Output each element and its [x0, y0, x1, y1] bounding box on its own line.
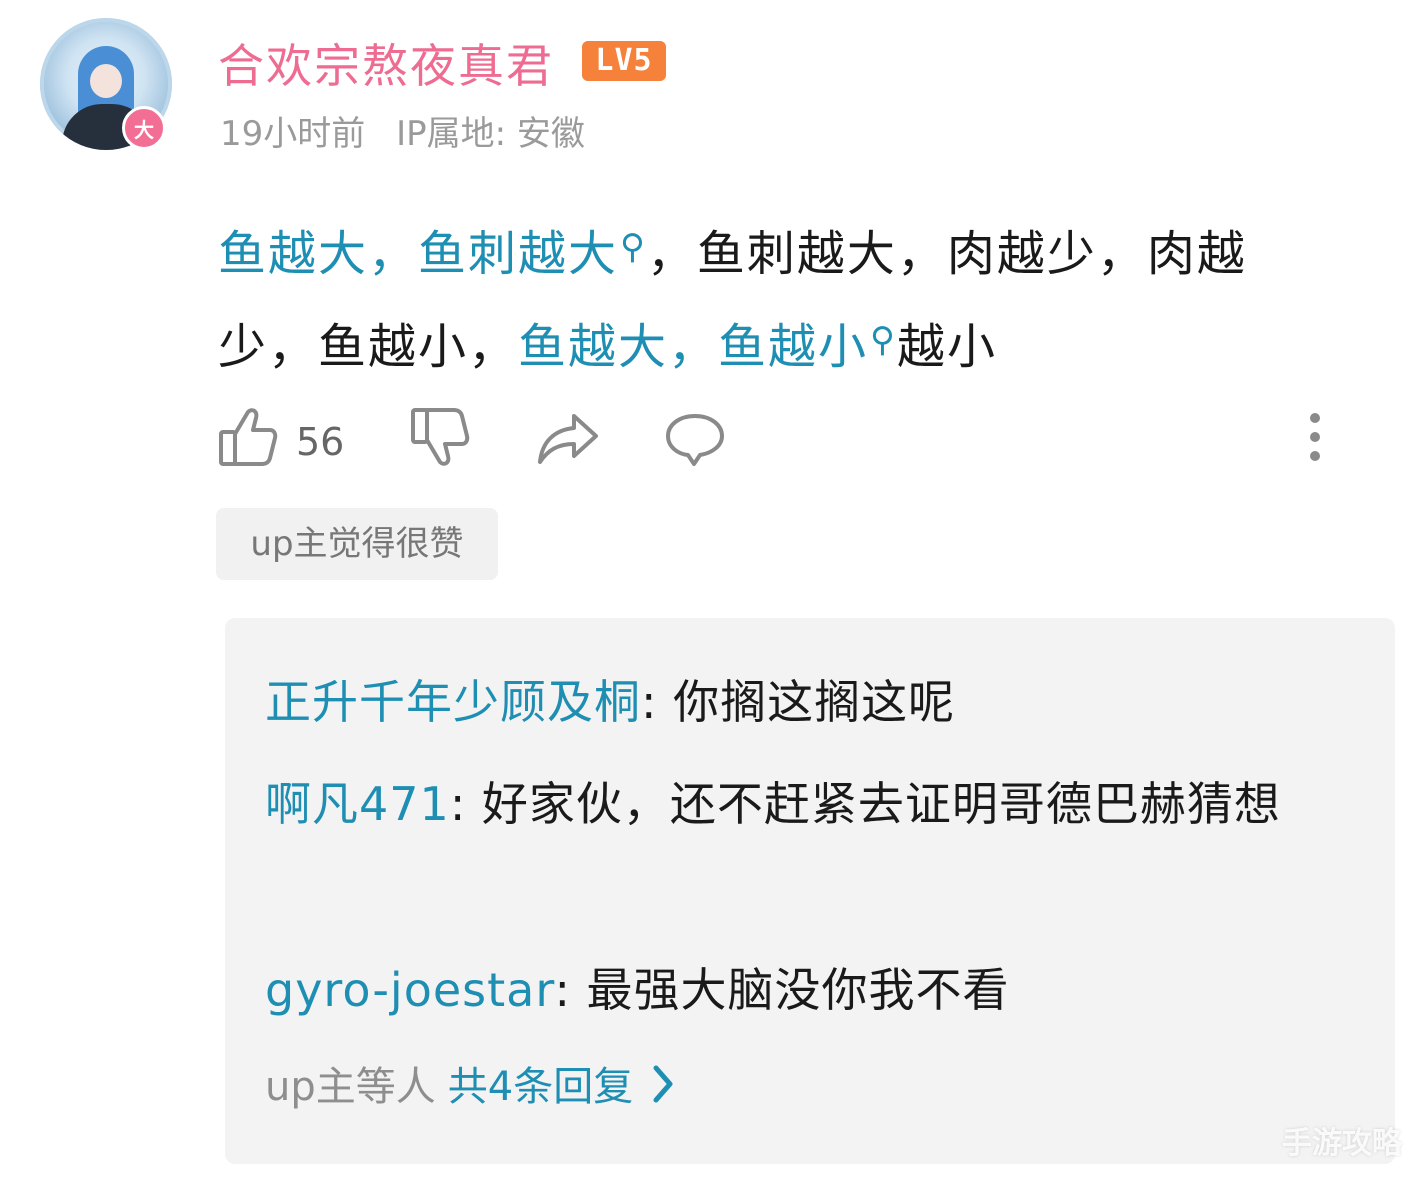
view-all-replies[interactable]: up主等人 共4条回复 [265, 1054, 675, 1112]
comment-bubble-icon [666, 414, 724, 466]
comment-time: 19小时前 [220, 114, 366, 154]
reply-item[interactable]: 啊凡471: 好家伙，还不赶紧去证明哥德巴赫猜想 [265, 764, 1325, 844]
reply-item[interactable]: 正升千年少顾及桐: 你搁这搁这呢 [265, 662, 1325, 742]
comment-meta: 19小时前 IP属地: 安徽 [220, 106, 605, 155]
reply-text: : 你搁这搁这呢 [641, 675, 956, 729]
reply-count-link[interactable]: 共4条回复 [448, 1064, 633, 1110]
search-icon[interactable]: ⚲ [870, 320, 897, 360]
more-options-button[interactable] [1308, 412, 1322, 466]
reply-footer-prefix: up主等人 [265, 1064, 436, 1110]
search-link[interactable]: 鱼越大，鱼刺越大 [218, 226, 618, 282]
reply-author[interactable]: gyro-joestar [265, 963, 554, 1017]
share-icon [538, 414, 598, 464]
comment-text: 鱼越大，鱼刺越大⚲，鱼刺越大，肉越少，肉越少，鱼越小，鱼越大，鱼越小⚲越小 [218, 204, 1328, 390]
thumbs-up-icon [219, 408, 278, 466]
search-icon[interactable]: ⚲ [620, 227, 647, 267]
dislike-button[interactable] [410, 406, 470, 472]
watermark: 手游攻略 [1282, 1126, 1402, 1161]
up-liked-tag: up主觉得很赞 [216, 508, 498, 580]
ip-location: IP属地: 安徽 [396, 114, 585, 154]
avatar-badge: 大 [122, 106, 166, 150]
reply-preview-box[interactable]: 正升千年少顾及桐: 你搁这搁这呢 啊凡471: 好家伙，还不赶紧去证明哥德巴赫猜… [225, 618, 1395, 1164]
more-vertical-icon [1310, 413, 1320, 461]
like-count: 56 [296, 420, 345, 464]
comment-text-segment: 越小 [896, 319, 997, 375]
reply-button[interactable] [664, 412, 726, 472]
reply-text: : 好家伙，还不赶紧去证明哥德巴赫猜想 [449, 777, 1281, 831]
username[interactable]: 合欢宗熬夜真君 [218, 30, 554, 96]
share-button[interactable] [536, 412, 600, 470]
reply-item[interactable]: gyro-joestar: 最强大脑没你我不看 [265, 950, 1325, 1030]
chevron-right-icon [653, 1065, 673, 1103]
like-button[interactable] [218, 406, 278, 472]
reply-text: : 最强大脑没你我不看 [554, 963, 1010, 1017]
search-link[interactable]: 鱼越大，鱼越小 [518, 319, 868, 375]
reply-author[interactable]: 啊凡471 [265, 777, 450, 831]
avatar-face [90, 64, 122, 98]
reply-author[interactable]: 正升千年少顾及桐 [265, 675, 641, 729]
level-badge: LV5 [582, 41, 666, 81]
action-bar: 56 [216, 406, 1336, 476]
thumbs-down-icon [411, 408, 470, 466]
